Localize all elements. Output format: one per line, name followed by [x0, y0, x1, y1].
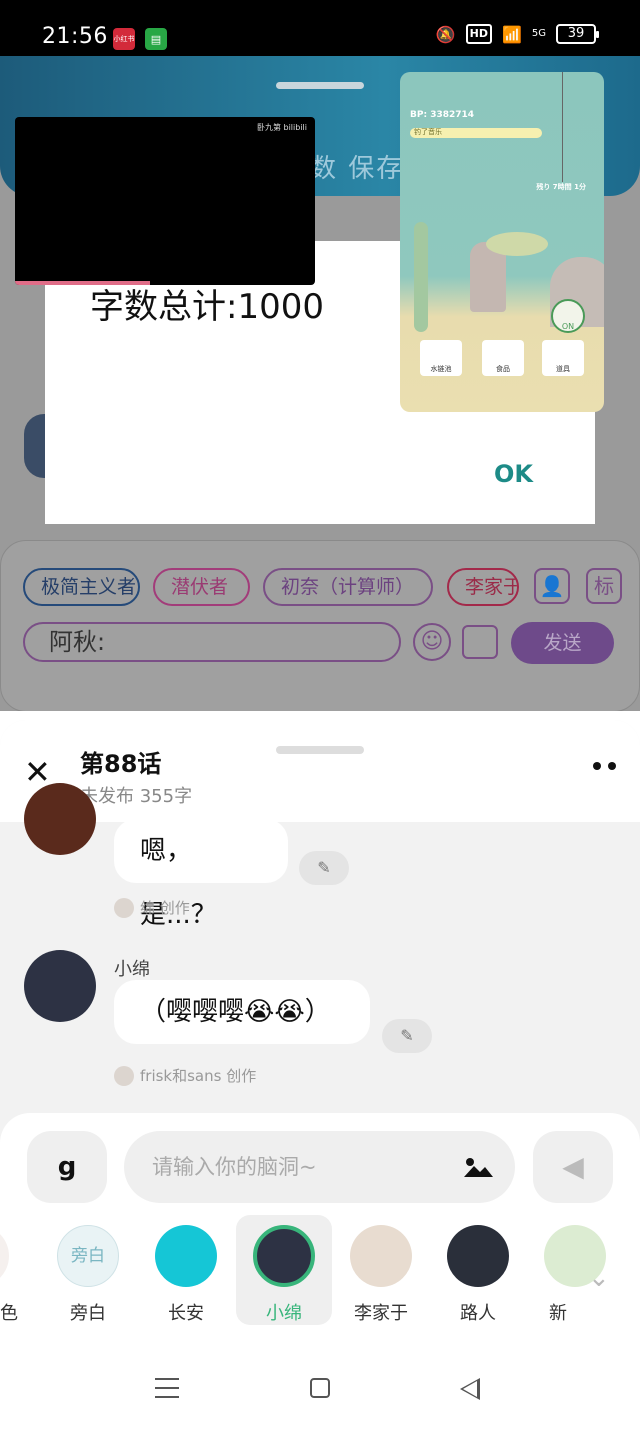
edit-icon[interactable]: ✎ [382, 1019, 432, 1053]
emoji-icon[interactable]: ☺ [413, 623, 451, 661]
role-label: 新 [549, 1303, 567, 1324]
avatar [0, 1225, 9, 1287]
avatar [114, 1065, 134, 1086]
role-chip-4[interactable]: 李家于 [447, 568, 519, 606]
message-credit: frisk和sans 创作 [114, 1065, 256, 1086]
floating-video-window[interactable]: 卧九第 bilibili [15, 117, 315, 285]
system-nav-bar [0, 1348, 640, 1431]
story-sheet: ✕ 第88话 未发布 355字 嗯，是...？ ✎ 绵 创作 小绵 （嘤嘤嘤😭😭… [0, 720, 640, 1431]
battery-icon: 39 [556, 24, 599, 44]
fishing-line [562, 72, 563, 182]
progress-bar: 钓了音乐 [410, 128, 542, 138]
avatar [253, 1225, 315, 1287]
signal-5g-icon: 5G [531, 28, 546, 39]
role-label: 角色 [0, 1303, 18, 1324]
sheet-header: ✕ 第88话 未发布 355字 [0, 720, 640, 822]
page-title: 第88话 [80, 750, 162, 778]
idea-input[interactable]: 请输入你的脑洞~ [124, 1131, 515, 1203]
credit-text: frisk和sans 创作 [140, 1067, 257, 1085]
speaker-name: 小绵 [114, 959, 150, 980]
ok-button[interactable]: OK [494, 460, 533, 488]
role-item[interactable]: 李家于 [333, 1215, 429, 1325]
clock: 21:56 [42, 24, 108, 49]
wifi-icon: 📶 [501, 24, 522, 44]
credit-text: 绵 创作 [140, 899, 190, 917]
role-chip-2[interactable]: 潜伏者 [153, 568, 250, 606]
home-icon[interactable] [310, 1378, 330, 1398]
role-label: 旁白 [70, 1303, 106, 1324]
chat-input[interactable]: 阿秋: [23, 622, 401, 662]
message-credit: 绵 创作 [114, 897, 190, 918]
game-button-aquarium[interactable]: 水链池 [420, 340, 462, 376]
split-screen-handle[interactable] [302, 711, 335, 718]
role-item-selected[interactable]: 小绵 [236, 1215, 332, 1325]
xiaohongshu-notification-icon: 小红书 [113, 28, 135, 50]
chevron-down-icon[interactable]: ⌄ [588, 1263, 610, 1293]
role-selector: 角色 旁白 旁白 长安 小绵 李家于 路人 [0, 1215, 640, 1341]
image-icon[interactable] [462, 625, 498, 659]
seaweed [414, 222, 428, 332]
voice-icon[interactable]: 𝗴 [27, 1131, 107, 1203]
role-label: 路人 [460, 1303, 496, 1324]
floating-game-window[interactable]: BP: 3382714 钓了音乐 残り 7時間 1分 ON 水链池 食品 道具 [400, 72, 604, 412]
send-icon[interactable]: ◀ [533, 1131, 613, 1203]
page-subtitle: 未发布 355字 [80, 786, 193, 807]
role-item[interactable]: 角色 [0, 1215, 26, 1325]
avatar[interactable] [24, 950, 96, 1022]
drag-handle[interactable] [276, 82, 364, 89]
game-button-food[interactable]: 食品 [482, 340, 524, 376]
bilibili-logo: 卧九第 bilibili [256, 123, 307, 132]
status-bar: 21:56 小红书 ▤ 🔕 HD 📶 5G 39 [0, 0, 640, 56]
role-item[interactable]: 旁白 旁白 [40, 1215, 136, 1325]
mute-bell-icon: 🔕 [435, 24, 456, 44]
avatar [155, 1225, 217, 1287]
role-chip-3[interactable]: 初奈（计算师） [263, 568, 433, 606]
person-icon[interactable]: 👤 [534, 568, 570, 604]
bp-counter: BP: 3382714 [410, 110, 475, 120]
role-chip-1[interactable]: 极简主义者 [23, 568, 140, 606]
header-text: 数 保存 [310, 154, 405, 184]
avatar: 旁白 [57, 1225, 119, 1287]
avatar [350, 1225, 412, 1287]
avatar[interactable] [24, 783, 96, 855]
image-icon[interactable] [462, 1157, 494, 1179]
edit-icon[interactable]: ✎ [299, 851, 349, 885]
avatar [447, 1225, 509, 1287]
game-button-tool[interactable]: 道具 [542, 340, 584, 376]
role-label: 小绵 [266, 1303, 302, 1324]
tag-button[interactable]: 标 [586, 568, 622, 604]
on-toggle[interactable]: ON [551, 299, 585, 333]
video-progress-bar [15, 281, 150, 285]
game-timer: 残り 7時間 1分 [536, 183, 586, 191]
fish [486, 232, 548, 256]
role-item[interactable]: 长安 [138, 1215, 234, 1325]
avatar [114, 897, 134, 918]
hd-icon: HD [465, 24, 492, 44]
send-button[interactable]: 发送 [511, 622, 614, 664]
message-bubble[interactable]: 嗯，是...？ [114, 819, 288, 930]
role-item[interactable]: 路人 [430, 1215, 526, 1325]
role-label: 李家于 [354, 1303, 408, 1324]
status-icons: 🔕 HD 📶 5G 39 [435, 24, 599, 44]
progress-label: 钓了音乐 [414, 128, 442, 136]
app-notification-icon: ▤ [145, 28, 167, 50]
message-bubble[interactable]: （嘤嘤嘤😭😭） [114, 980, 370, 1044]
sheet-drag-handle[interactable] [276, 746, 364, 754]
role-label: 长安 [168, 1303, 204, 1324]
back-icon[interactable] [460, 1378, 480, 1400]
more-icon[interactable] [593, 762, 616, 770]
dialog-message: 字数总计:1000 [90, 287, 324, 327]
menu-icon[interactable] [155, 1378, 179, 1398]
